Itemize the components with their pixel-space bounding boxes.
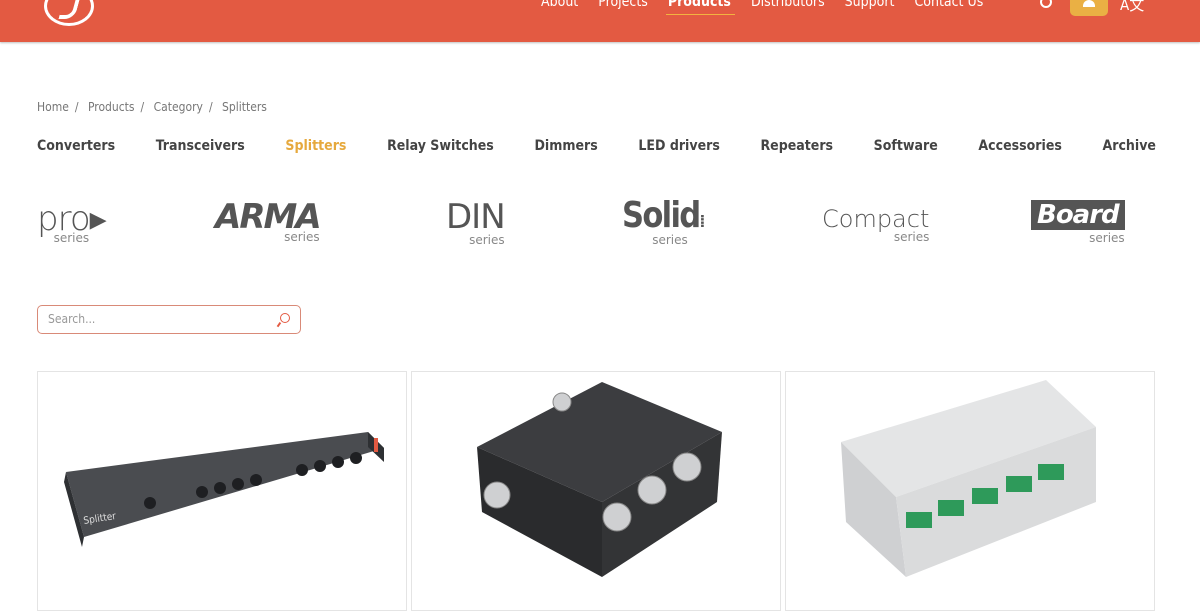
nav-products[interactable]: Products xyxy=(665,0,736,15)
product-card[interactable] xyxy=(785,371,1155,611)
product-card[interactable] xyxy=(411,371,781,611)
tab-relay-switches[interactable]: Relay Switches xyxy=(387,138,494,154)
nav-contact[interactable]: Contact Us xyxy=(914,0,983,10)
product-card[interactable]: Splitter xyxy=(37,371,407,611)
tab-dimmers[interactable]: Dimmers xyxy=(534,138,597,154)
series-name: Solid xyxy=(622,195,701,236)
nav-projects[interactable]: Projects xyxy=(598,0,648,10)
nav-support[interactable]: Support xyxy=(845,0,895,10)
series-din[interactable]: DIN series xyxy=(446,197,506,246)
series-name: Board xyxy=(1031,200,1125,230)
series-solid[interactable]: Solid⁞ series xyxy=(622,195,718,247)
series-sub: series xyxy=(1089,231,1125,245)
nav-about[interactable]: About xyxy=(541,0,578,10)
series-pro[interactable]: pro▸ series xyxy=(37,202,107,244)
series-name: Compact xyxy=(822,205,930,233)
breadcrumb-category[interactable]: Category xyxy=(154,100,203,114)
tab-accessories[interactable]: Accessories xyxy=(978,138,1061,154)
series-name: DIN xyxy=(446,197,506,237)
search-icon[interactable] xyxy=(1040,0,1052,8)
user-icon[interactable] xyxy=(1070,0,1108,16)
logo[interactable] xyxy=(44,0,94,26)
breadcrumb-current: Splitters xyxy=(222,100,267,114)
tab-repeaters[interactable]: Repeaters xyxy=(760,138,833,154)
search-placeholder: Search... xyxy=(48,312,96,326)
tab-archive[interactable]: Archive xyxy=(1103,138,1156,154)
series-name: ARMA xyxy=(215,197,322,237)
tab-led-drivers[interactable]: LED drivers xyxy=(638,138,719,154)
series-board[interactable]: Board series xyxy=(1031,200,1125,244)
search-input[interactable]: Search... xyxy=(37,305,301,334)
tab-transceivers[interactable]: Transceivers xyxy=(156,138,245,154)
search-icon[interactable] xyxy=(280,313,290,323)
site-header: About Projects Products Distributors Sup… xyxy=(0,0,1200,42)
category-tabs: Converters Transceivers Splitters Relay … xyxy=(37,138,1156,154)
tab-splitters[interactable]: Splitters xyxy=(285,138,346,154)
din-rail-module-image xyxy=(841,380,1096,577)
breadcrumb-home[interactable]: Home xyxy=(37,100,69,114)
main-nav: About Projects Products Distributors Sup… xyxy=(541,0,983,15)
rack-splitter-image: Splitter xyxy=(64,432,384,547)
language-icon[interactable]: A文 xyxy=(1120,0,1144,15)
breadcrumb-products[interactable]: Products xyxy=(88,100,135,114)
series-arma[interactable]: ARMA series xyxy=(215,197,322,243)
series-compact[interactable]: Compact series xyxy=(822,207,929,243)
junction-box-image xyxy=(477,382,722,577)
breadcrumb: Home / Products / Category / Splitters xyxy=(37,100,267,114)
nav-distributors[interactable]: Distributors xyxy=(751,0,825,10)
tab-software[interactable]: Software xyxy=(874,138,938,154)
tab-converters[interactable]: Converters xyxy=(37,138,115,154)
